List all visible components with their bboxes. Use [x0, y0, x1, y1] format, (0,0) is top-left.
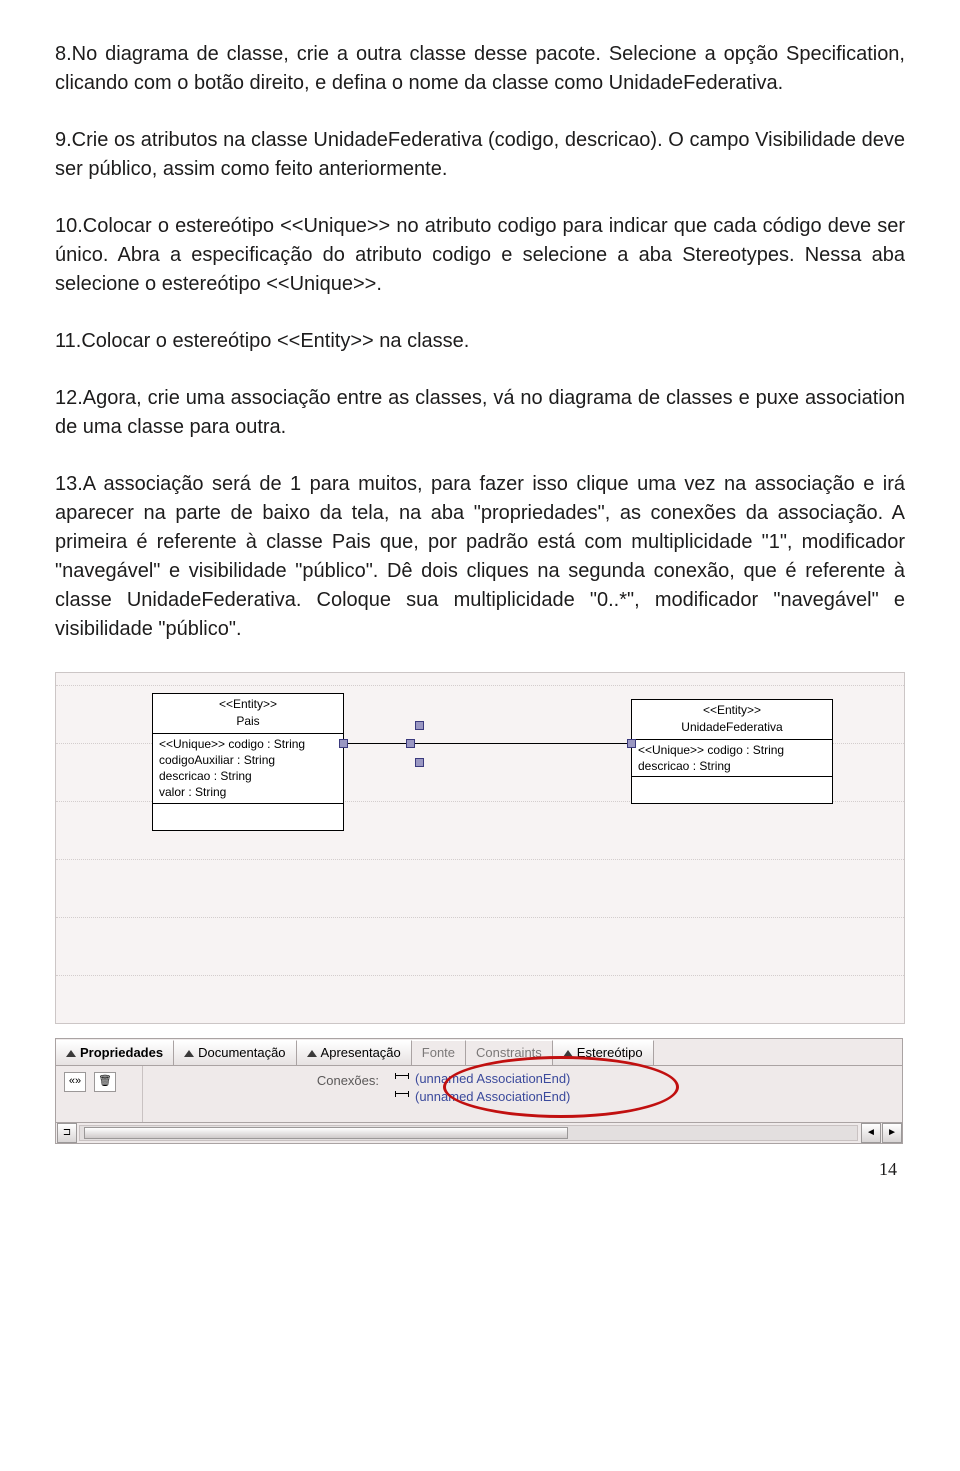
delete-button[interactable]: 🗑: [94, 1072, 116, 1092]
tab-apresentacao[interactable]: Apresentação: [297, 1040, 412, 1065]
paragraph-10: 10.Colocar o estereótipo <<Unique>> no a…: [55, 212, 905, 299]
class-attr: codigoAuxiliar : String: [159, 752, 337, 768]
scroll-thumb[interactable]: [84, 1127, 568, 1139]
tab-propriedades[interactable]: Propriedades: [56, 1040, 174, 1065]
tab-label: Estereótipo: [577, 1044, 643, 1063]
tab-label: Fonte: [422, 1044, 455, 1063]
stereotype-label: <<Entity>>: [638, 702, 826, 719]
go-button[interactable]: «»: [64, 1072, 86, 1092]
tab-constraints[interactable]: Constraints: [466, 1040, 553, 1065]
association-handle[interactable]: [406, 739, 415, 748]
tab-documentacao[interactable]: Documentação: [174, 1040, 296, 1065]
class-attr: descricao : String: [638, 758, 826, 774]
class-attr: valor : String: [159, 784, 337, 800]
association-end-link[interactable]: (unnamed AssociationEnd): [395, 1070, 896, 1088]
tab-label: Documentação: [198, 1044, 285, 1063]
scrollbar[interactable]: ⊐ ◄ ◄: [55, 1123, 903, 1144]
class-name: UnidadeFederativa: [638, 719, 826, 736]
class-name: Pais: [159, 713, 337, 730]
paragraph-12: 12.Agora, crie uma associação entre as c…: [55, 384, 905, 442]
properties-panel: Propriedades Documentação Apresentação F…: [55, 1038, 903, 1144]
triangle-icon: [184, 1050, 194, 1057]
stereotype-label: <<Entity>>: [159, 696, 337, 713]
association-end-handle[interactable]: [627, 739, 636, 748]
link-text: (unnamed AssociationEnd): [415, 1088, 570, 1106]
scroll-right-button[interactable]: ◄: [882, 1123, 902, 1143]
tab-label: Propriedades: [80, 1044, 163, 1063]
association-handle[interactable]: [415, 758, 424, 767]
uml-class-pais[interactable]: <<Entity>> Pais <<Unique>> codigo : Stri…: [152, 693, 344, 831]
class-attr: <<Unique>> codigo : String: [638, 742, 826, 758]
tab-fonte[interactable]: Fonte: [412, 1040, 466, 1065]
association-end-handle[interactable]: [339, 739, 348, 748]
class-attr: <<Unique>> codigo : String: [159, 736, 337, 752]
scroll-track[interactable]: [79, 1125, 858, 1141]
association-icon: [395, 1075, 409, 1084]
paragraph-13: 13.A associação será de 1 para muitos, p…: [55, 470, 905, 644]
tab-estereotipo[interactable]: Estereótipo: [553, 1040, 654, 1065]
uml-class-unidadefederativa[interactable]: <<Entity>> UnidadeFederativa <<Unique>> …: [631, 699, 833, 804]
triangle-icon: [307, 1050, 317, 1057]
paragraph-9: 9.Crie os atributos na classe UnidadeFed…: [55, 126, 905, 184]
association-icon: [395, 1093, 409, 1102]
tab-label: Apresentação: [321, 1044, 401, 1063]
page-number: 14: [55, 1144, 905, 1182]
paragraph-8: 8.No diagrama de classe, crie a outra cl…: [55, 40, 905, 98]
panel-tabs: Propriedades Documentação Apresentação F…: [55, 1038, 903, 1066]
association-end-link[interactable]: (unnamed AssociationEnd): [395, 1088, 896, 1106]
class-attr: descricao : String: [159, 768, 337, 784]
uml-association[interactable]: [342, 743, 631, 744]
screenshot-figure: <<Entity>> Pais <<Unique>> codigo : Stri…: [55, 672, 905, 1144]
triangle-icon: [66, 1050, 76, 1057]
connections-label: Conexões:: [149, 1068, 379, 1091]
paragraph-11: 11.Colocar o estereótipo <<Entity>> na c…: [55, 327, 905, 356]
association-handle[interactable]: [415, 721, 424, 730]
link-text: (unnamed AssociationEnd): [415, 1070, 570, 1088]
uml-diagram-canvas: <<Entity>> Pais <<Unique>> codigo : Stri…: [55, 672, 905, 1024]
tab-label: Constraints: [476, 1044, 542, 1063]
scroll-left-button[interactable]: ◄: [861, 1123, 881, 1143]
scroll-tab-button[interactable]: ⊐: [57, 1123, 77, 1143]
triangle-icon: [563, 1050, 573, 1057]
